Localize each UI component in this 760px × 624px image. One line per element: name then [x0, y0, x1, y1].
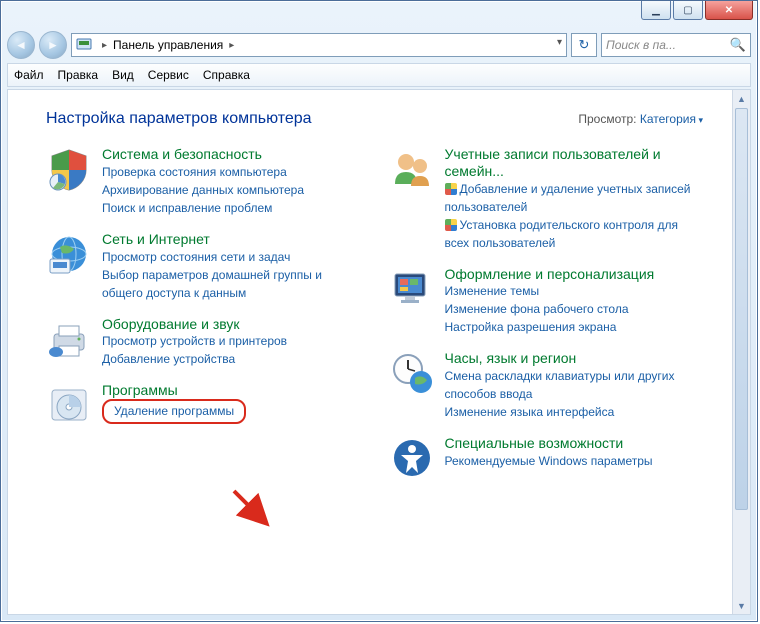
close-button[interactable]: ✕ — [705, 1, 753, 20]
category-link[interactable]: Изменение языка интерфейса — [445, 403, 704, 421]
scroll-thumb[interactable] — [735, 108, 748, 510]
category-link[interactable]: Просмотр состояния сети и задач — [102, 248, 361, 266]
shield-icon — [46, 146, 92, 192]
category-link[interactable]: Установка родительского контроля для все… — [445, 216, 704, 252]
category-link[interactable]: Выбор параметров домашней группы и общег… — [102, 266, 361, 302]
users-icon — [389, 146, 435, 192]
category-link[interactable]: Изменение темы — [445, 282, 704, 300]
access-icon — [389, 435, 435, 481]
minimize-button[interactable]: ▁ — [641, 1, 671, 20]
menu-file[interactable]: Файл — [14, 68, 44, 82]
search-input[interactable]: Поиск в па... 🔍 — [601, 33, 751, 57]
menu-help[interactable]: Справка — [203, 68, 250, 82]
category-link[interactable]: Добавление и удаление учетных записей по… — [445, 180, 704, 216]
category-title[interactable]: Оборудование и звук — [102, 316, 361, 333]
forward-button[interactable]: ► — [39, 31, 67, 59]
back-button[interactable]: ◄ — [7, 31, 35, 59]
highlighted-link[interactable]: Удаление программы — [102, 399, 246, 424]
address-bar: ◄ ► ▸ Панель управления ▸ ▾ ↻ Поиск в па… — [7, 29, 751, 61]
category-link[interactable]: Изменение фона рабочего стола — [445, 300, 704, 318]
category-block: Оформление и персонализацияИзменение тем… — [389, 266, 704, 337]
view-by: Просмотр: Категория — [578, 112, 703, 126]
category-title[interactable]: Оформление и персонализация — [445, 266, 704, 283]
category-link[interactable]: Добавление устройства — [102, 350, 361, 368]
content-pane: ▲ ▼ Настройка параметров компьютера Прос… — [7, 89, 751, 615]
content-header: Настройка параметров компьютера Просмотр… — [46, 110, 703, 128]
category-title[interactable]: Часы, язык и регион — [445, 350, 704, 367]
category-title[interactable]: Система и безопасность — [102, 146, 361, 163]
menu-tools[interactable]: Сервис — [148, 68, 189, 82]
control-panel-icon — [76, 37, 92, 53]
search-icon[interactable]: 🔍 — [730, 37, 746, 53]
page-title: Настройка параметров компьютера — [46, 110, 312, 128]
printer-icon — [46, 316, 92, 362]
scroll-down-icon[interactable]: ▼ — [733, 597, 750, 614]
category-link[interactable]: Смена раскладки клавиатуры или других сп… — [445, 367, 704, 403]
viewby-label: Просмотр: — [578, 112, 636, 126]
category-link[interactable]: Рекомендуемые Windows параметры — [445, 452, 704, 470]
scroll-up-icon[interactable]: ▲ — [733, 90, 750, 107]
globe-icon — [46, 231, 92, 277]
menu-bar: Файл Правка Вид Сервис Справка — [7, 63, 751, 87]
category-block: Оборудование и звукПросмотр устройств и … — [46, 316, 361, 369]
dropdown-arrow-icon[interactable]: ▾ — [557, 37, 562, 48]
maximize-button[interactable]: ▢ — [673, 1, 703, 20]
chevron-right-icon: ▸ — [102, 40, 107, 51]
chevron-right-icon[interactable]: ▸ — [229, 40, 234, 51]
category-link[interactable]: Просмотр устройств и принтеров — [102, 332, 361, 350]
category-block: Часы, язык и регионСмена раскладки клави… — [389, 350, 704, 421]
breadcrumb-text[interactable]: Панель управления — [113, 38, 223, 52]
category-title[interactable]: Учетные записи пользователей и семейн... — [445, 146, 704, 180]
category-block: Учетные записи пользователей и семейн...… — [389, 146, 704, 252]
refresh-button[interactable]: ↻ — [571, 33, 597, 57]
category-link[interactable]: Настройка разрешения экрана — [445, 318, 704, 336]
category-title[interactable]: Программы — [102, 382, 361, 399]
viewby-dropdown[interactable]: Категория — [640, 112, 703, 126]
category-link[interactable]: Удаление программы — [102, 399, 361, 424]
category-block: Специальные возможностиРекомендуемые Win… — [389, 435, 704, 481]
clock-icon — [389, 350, 435, 396]
category-block: Сеть и ИнтернетПросмотр состояния сети и… — [46, 231, 361, 302]
category-block: ПрограммыУдаление программы — [46, 382, 361, 428]
category-link[interactable]: Поиск и исправление проблем — [102, 199, 361, 217]
breadcrumb-box[interactable]: ▸ Панель управления ▸ ▾ — [71, 33, 567, 57]
scrollbar[interactable]: ▲ ▼ — [732, 90, 750, 614]
category-link[interactable]: Проверка состояния компьютера — [102, 163, 361, 181]
menu-edit[interactable]: Правка — [58, 68, 99, 82]
category-title[interactable]: Сеть и Интернет — [102, 231, 361, 248]
category-title[interactable]: Специальные возможности — [445, 435, 704, 452]
titlebar: ▁ ▢ ✕ — [1, 1, 757, 29]
search-placeholder: Поиск в па... — [606, 38, 676, 52]
window-frame: ▁ ▢ ✕ ◄ ► ▸ Панель управления ▸ ▾ ↻ Поис… — [0, 0, 758, 622]
menu-view[interactable]: Вид — [112, 68, 134, 82]
category-block: Система и безопасностьПроверка состояния… — [46, 146, 361, 217]
appearance-icon — [389, 266, 435, 312]
disc-icon — [46, 382, 92, 428]
category-link[interactable]: Архивирование данных компьютера — [102, 181, 361, 199]
